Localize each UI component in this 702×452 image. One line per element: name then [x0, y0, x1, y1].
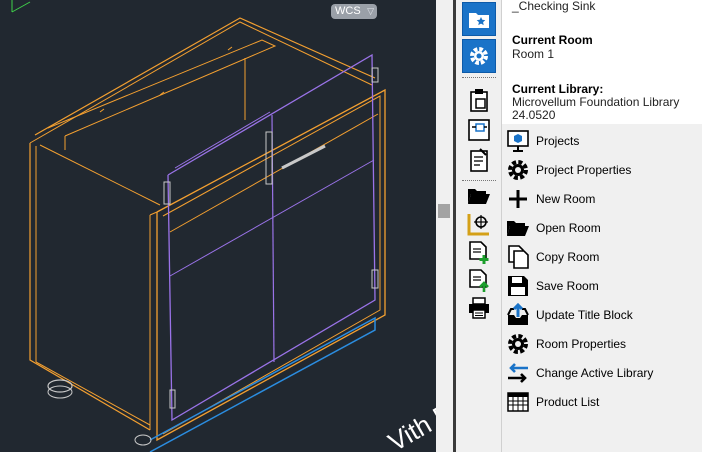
watermark-text: Vith F [383, 397, 436, 452]
toolbar-button-projects[interactable] [462, 2, 496, 36]
upload-tray-icon [506, 303, 530, 327]
menu-item-label: Save Room [536, 279, 599, 293]
cabinet-drawing: Vith F [11, 0, 436, 452]
toolbar-button-upload-document[interactable] [467, 269, 491, 293]
gear-icon [470, 47, 488, 65]
menu-item-label: Project Properties [536, 163, 632, 177]
open-folder-icon [468, 189, 490, 204]
menu-item-label: Change Active Library [536, 366, 654, 380]
wcs-dropdown[interactable]: WCS ▽ [331, 4, 377, 19]
menu-item-new-room[interactable]: New Room [502, 184, 702, 213]
gear-icon [506, 332, 530, 356]
toolbar-button-checklist[interactable] [467, 148, 491, 172]
project-menu: Projects Project Properties New Room Ope… [502, 124, 702, 452]
save-icon [506, 274, 530, 298]
current-library-label: Current Library: [512, 82, 604, 96]
measure-icon [467, 214, 489, 236]
vertical-toolbar [456, 0, 502, 452]
toolbar-button-layout[interactable] [467, 118, 491, 142]
swap-arrows-icon [506, 361, 530, 385]
toolbar-button-clipboard[interactable] [467, 88, 491, 112]
printer-icon [469, 297, 489, 319]
grid-icon [506, 390, 530, 414]
plus-icon [506, 187, 530, 211]
menu-item-label: New Room [536, 192, 596, 206]
menu-item-update-title-block[interactable]: Update Title Block [502, 300, 702, 329]
folder-star-icon [469, 13, 489, 28]
upload-document-icon [469, 269, 489, 292]
toolbar-button-print[interactable] [467, 296, 491, 320]
layout-icon [468, 119, 490, 141]
current-library-value: Microvellum Foundation Library [512, 95, 680, 109]
menu-item-product-list[interactable]: Product List [502, 387, 702, 416]
menu-item-room-properties[interactable]: Room Properties [502, 329, 702, 358]
menu-item-label: Update Title Block [536, 308, 633, 322]
current-library-version: 24.0520 [512, 108, 556, 122]
current-room-value: Room 1 [512, 47, 555, 61]
wcs-label: WCS [335, 5, 361, 17]
menu-item-label: Product List [536, 395, 600, 409]
cad-viewport[interactable]: Vith F WCS ▽ [0, 0, 436, 452]
toolbar-button-open[interactable] [467, 184, 491, 208]
project-info-panel: _Checking Sink Current Room Room 1 Curre… [502, 0, 702, 124]
menu-item-change-active-library[interactable]: Change Active Library [502, 358, 702, 387]
menu-item-copy-room[interactable]: Copy Room [502, 242, 702, 271]
toolbar-button-settings[interactable] [462, 39, 496, 73]
clipboard-icon [470, 89, 488, 112]
toolbar-button-add-document[interactable] [467, 241, 491, 265]
checklist-icon [470, 148, 488, 172]
toolbar-separator [462, 77, 496, 78]
menu-item-label: Room Properties [536, 337, 627, 351]
menu-item-save-room[interactable]: Save Room [502, 271, 702, 300]
product-name: _Checking Sink [512, 0, 596, 13]
menu-item-label: Open Room [536, 221, 601, 235]
chevron-down-icon: ▽ [367, 6, 374, 16]
panel-splitter[interactable] [436, 0, 453, 452]
copy-icon [506, 245, 530, 269]
toolbar-button-measure[interactable] [467, 212, 491, 236]
menu-item-project-properties[interactable]: Project Properties [502, 155, 702, 184]
menu-item-projects[interactable]: Projects [502, 126, 702, 155]
toolbar-separator [462, 180, 496, 181]
open-folder-icon [506, 216, 530, 240]
menu-item-label: Projects [536, 134, 580, 148]
menu-item-label: Copy Room [536, 250, 600, 264]
current-room-label: Current Room [512, 33, 593, 47]
add-document-icon [469, 241, 489, 264]
gear-icon [506, 158, 530, 182]
splitter-grip[interactable] [438, 204, 450, 218]
projects-icon [506, 129, 530, 153]
menu-item-open-room[interactable]: Open Room [502, 213, 702, 242]
